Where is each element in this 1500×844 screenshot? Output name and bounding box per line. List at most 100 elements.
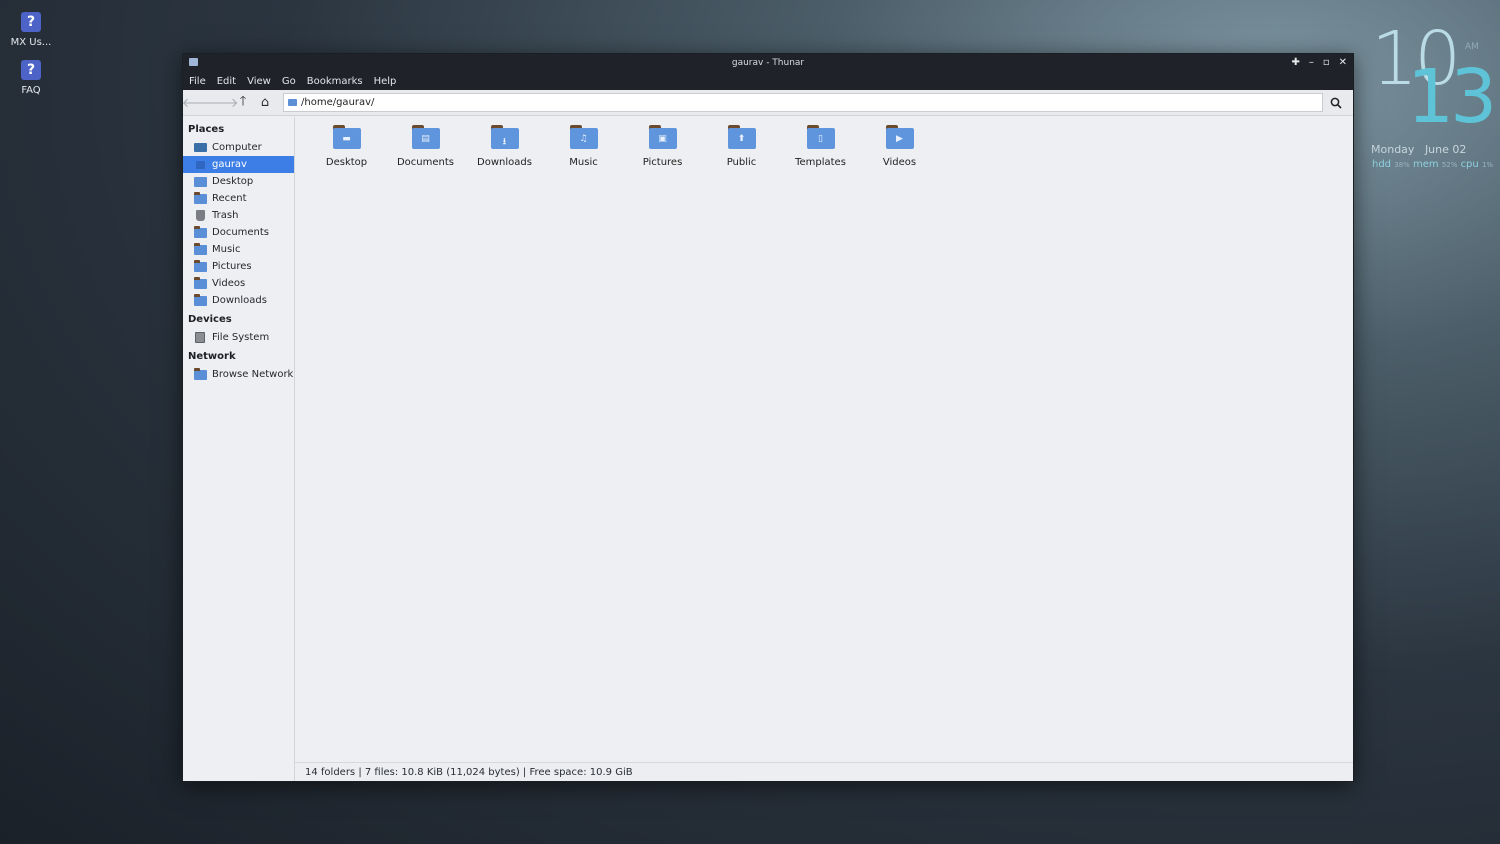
arrow-up-icon: 🡑 — [239, 93, 247, 109]
sidebar-item-gaurav[interactable]: gaurav — [183, 156, 294, 173]
desktop-icon-label: FAQ — [21, 85, 41, 96]
sidebar-item-trash[interactable]: Trash — [183, 207, 294, 224]
sidebar-item-browse-network[interactable]: Browse Network — [183, 366, 294, 383]
trash-icon — [196, 210, 205, 221]
sidebar-item-label: gaurav — [212, 159, 247, 170]
clock-minute: 13 — [1407, 54, 1497, 140]
folder-item-pictures[interactable]: ▣ Pictures — [623, 125, 702, 168]
menu-view[interactable]: View — [247, 76, 271, 87]
folder-label: Public — [726, 157, 757, 168]
folder-downloads-icon: ⭳ — [490, 125, 519, 149]
sidebar-item-music[interactable]: Music — [183, 241, 294, 258]
sidebar-item-label: Computer — [212, 142, 262, 153]
sidebar-item-desktop[interactable]: Desktop — [183, 173, 294, 190]
window-body: Places Computer gaurav Desktop Recent Tr… — [183, 117, 1353, 781]
home-icon: ⌂ — [260, 95, 270, 110]
folder-icon — [194, 293, 207, 306]
toolbar: 🡐 🡒 🡑 ⌂ /home/gaurav/ — [182, 90, 1353, 116]
file-manager-window: gaurav - Thunar ✚ – ▫ ✕ File Edit View G… — [182, 53, 1354, 782]
folder-item-downloads[interactable]: ⭳ Downloads — [465, 125, 544, 168]
folder-item-public[interactable]: ⬆ Public — [702, 125, 781, 168]
menu-file[interactable]: File — [189, 76, 206, 87]
folder-icon: ▬ — [332, 125, 361, 149]
folder-icon — [288, 99, 297, 106]
search-button[interactable] — [1325, 93, 1347, 113]
folder-label: Documents — [396, 157, 455, 168]
desktop-icon-faq[interactable]: ? FAQ — [6, 60, 56, 96]
folder-label: Desktop — [325, 157, 368, 168]
folder-icon — [194, 176, 207, 187]
menu-go[interactable]: Go — [282, 76, 296, 87]
clock-month-day: June 02 — [1424, 143, 1467, 156]
hdd-label: hdd — [1372, 159, 1392, 170]
menu-bookmarks[interactable]: Bookmarks — [307, 76, 363, 87]
desktop-icon-label: MX Us... — [10, 37, 52, 48]
system-stats: hdd 38% mem 52% cpu 1% — [1372, 159, 1493, 170]
pin-icon[interactable]: ✚ — [1291, 54, 1299, 72]
up-button[interactable]: 🡑 — [233, 93, 253, 113]
folder-item-documents[interactable]: ▤ Documents — [386, 125, 465, 168]
sidebar-item-file-system[interactable]: File System — [183, 329, 294, 346]
folder-icon — [194, 225, 207, 238]
folder-label: Downloads — [477, 157, 532, 168]
folder-label: Music — [569, 157, 598, 168]
help-icon: ? — [21, 60, 41, 80]
sidebar-item-label: Videos — [212, 278, 246, 289]
minimize-icon[interactable]: – — [1309, 54, 1314, 72]
sidebar-item-label: Desktop — [212, 176, 254, 187]
folder-public-icon: ⬆ — [727, 125, 756, 149]
location-path[interactable]: /home/gaurav/ — [301, 97, 374, 108]
mem-label: mem — [1412, 159, 1439, 170]
search-icon — [1330, 97, 1342, 109]
folder-icon — [194, 276, 207, 289]
help-icon: ? — [21, 12, 41, 32]
folder-label: Pictures — [642, 157, 683, 168]
computer-icon — [194, 143, 207, 152]
menu-edit[interactable]: Edit — [217, 76, 236, 87]
folder-music-icon: ♫ — [569, 125, 598, 149]
sidebar-item-label: File System — [212, 332, 270, 343]
cpu-label: cpu — [1460, 159, 1479, 170]
folder-item-videos[interactable]: ▶ Videos — [860, 125, 939, 168]
sidebar-item-computer[interactable]: Computer — [183, 139, 294, 156]
clock-day: Monday — [1371, 143, 1415, 156]
window-app-icon[interactable] — [189, 58, 198, 66]
title-bar[interactable]: gaurav - Thunar ✚ – ▫ ✕ — [183, 54, 1353, 72]
menu-help[interactable]: Help — [374, 76, 397, 87]
folder-documents-icon: ▤ — [411, 125, 440, 149]
folder-pictures-icon: ▣ — [648, 125, 677, 149]
sidebar-item-recent[interactable]: Recent — [183, 190, 294, 207]
folder-grid: ▬ Desktop ▤ Documents ⭳ Downloads ♫ Musi… — [307, 125, 939, 168]
sidebar: Places Computer gaurav Desktop Recent Tr… — [183, 117, 295, 781]
folder-icon — [194, 191, 207, 204]
sidebar-item-documents[interactable]: Documents — [183, 224, 294, 241]
clock-ampm: AM — [1465, 42, 1479, 52]
maximize-icon[interactable]: ▫ — [1323, 54, 1330, 72]
sidebar-item-downloads[interactable]: Downloads — [183, 292, 294, 309]
sidebar-item-label: Downloads — [212, 295, 267, 306]
home-button[interactable]: ⌂ — [255, 93, 275, 113]
sidebar-item-label: Pictures — [212, 261, 252, 272]
clock-widget: 10 13 AM Monday June 02 hdd 38% mem 52% … — [1365, 22, 1500, 182]
sidebar-item-label: Documents — [212, 227, 270, 238]
status-text: 14 folders | 7 files: 10.8 KiB (11,024 b… — [305, 767, 633, 778]
sidebar-item-pictures[interactable]: Pictures — [183, 258, 294, 275]
home-folder-icon — [196, 160, 205, 169]
sidebar-item-videos[interactable]: Videos — [183, 275, 294, 292]
folder-icon — [194, 259, 207, 272]
drive-icon — [195, 332, 205, 343]
folder-item-templates[interactable]: ▯ Templates — [781, 125, 860, 168]
status-bar: 14 folders | 7 files: 10.8 KiB (11,024 b… — [295, 762, 1353, 781]
menu-bar: File Edit View Go Bookmarks Help — [183, 72, 1353, 90]
forward-button[interactable]: 🡒 — [204, 93, 239, 113]
folder-item-desktop[interactable]: ▬ Desktop — [307, 125, 386, 168]
desktop-icon-mx-user-manual[interactable]: ? MX Us... — [6, 12, 56, 48]
folder-label: Templates — [795, 157, 846, 168]
location-bar[interactable]: /home/gaurav/ — [283, 93, 1323, 112]
places-heading: Places — [188, 124, 225, 135]
file-view[interactable]: ▬ Desktop ▤ Documents ⭳ Downloads ♫ Musi… — [295, 117, 1353, 781]
folder-item-music[interactable]: ♫ Music — [544, 125, 623, 168]
window-controls: ✚ – ▫ ✕ — [1291, 54, 1347, 72]
close-icon[interactable]: ✕ — [1339, 54, 1347, 72]
folder-videos-icon: ▶ — [885, 125, 914, 149]
